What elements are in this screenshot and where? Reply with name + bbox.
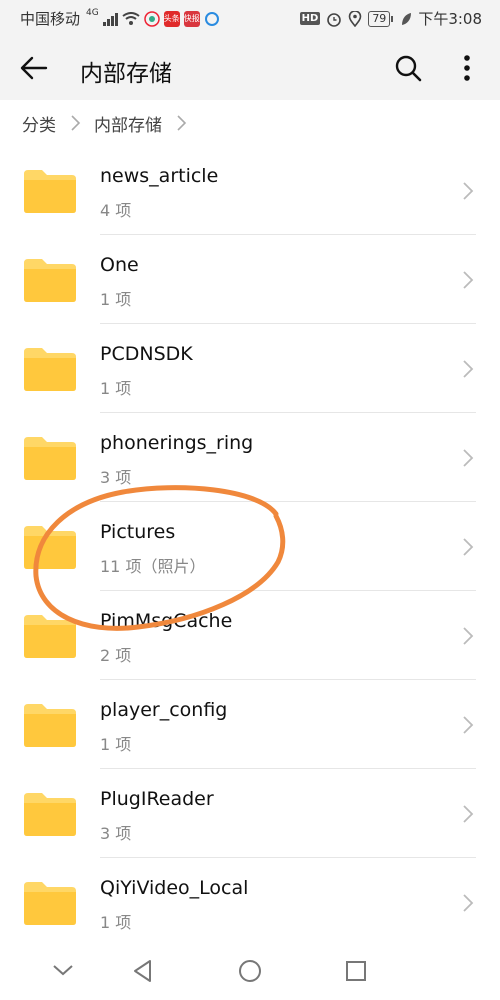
folder-row[interactable]: QiYiVideo_Local 1 项 [0, 858, 500, 947]
folder-row[interactable]: news_article 4 项 [0, 146, 500, 235]
hd-icon: HD [299, 12, 321, 25]
search-icon [395, 55, 422, 82]
folder-icon [24, 437, 76, 480]
folder-name: Pictures [100, 521, 176, 543]
weibo-app-icon [143, 10, 160, 27]
folder-row[interactable]: phonerings_ring 3 项 [0, 413, 500, 502]
folder-name: PlugIReader [100, 788, 214, 810]
folder-item-count: 3 项 [100, 824, 132, 843]
chevron-right-icon [463, 182, 474, 200]
folder-item-count: 11 项（照片） [100, 557, 206, 576]
folder-name: QiYiVideo_Local [100, 877, 249, 899]
folder-name: One [100, 254, 139, 276]
folder-icon [24, 704, 76, 747]
page-title: 内部存储 [80, 61, 172, 87]
battery-icon: 79 [368, 10, 394, 27]
signal-icon [102, 12, 118, 26]
kuaibao-app-icon: 快报 [183, 10, 200, 27]
back-button[interactable] [18, 50, 58, 86]
alarm-icon [327, 12, 342, 27]
chevron-right-icon [463, 716, 474, 734]
chevron-right-icon [463, 627, 474, 645]
folder-icon [24, 526, 76, 569]
more-vert-icon [464, 55, 470, 81]
folder-row[interactable]: PlugIReader 3 项 [0, 769, 500, 858]
status-bar: 中国移动 4G 头条 快报 HD 79 下午3:08 [0, 0, 500, 36]
folder-row[interactable]: PimMsgCache 2 项 [0, 591, 500, 680]
nav-home-button[interactable] [233, 954, 267, 988]
folder-icon [24, 259, 76, 302]
more-options-button[interactable] [452, 50, 482, 86]
chevron-right-icon [71, 115, 81, 131]
network-type: 4G [86, 7, 99, 18]
chevron-right-icon [463, 538, 474, 556]
folder-item-count: 2 项 [100, 646, 132, 665]
nav-back-button[interactable] [126, 954, 160, 988]
folder-row[interactable]: player_config 1 项 [0, 680, 500, 769]
chevron-right-icon [463, 894, 474, 912]
collapse-chevron-icon [53, 965, 73, 976]
folder-item-count: 1 项 [100, 290, 132, 309]
wifi-icon [122, 11, 140, 25]
chevron-right-icon [463, 271, 474, 289]
back-triangle-icon [134, 960, 151, 982]
folder-name: player_config [100, 699, 228, 721]
carrier-label: 中国移动 [20, 10, 81, 28]
breadcrumb: 分类 内部存储 [0, 100, 500, 146]
system-navigation-bar [0, 942, 500, 1000]
folder-name: PCDNSDK [100, 343, 193, 365]
recents-square-icon [346, 961, 366, 981]
folder-icon [24, 615, 76, 658]
folder-name: PimMsgCache [100, 610, 233, 632]
folder-icon [24, 793, 76, 836]
folder-row[interactable]: One 1 项 [0, 235, 500, 324]
breadcrumb-item-internal-storage[interactable]: 内部存储 [94, 111, 162, 136]
home-circle-icon [239, 960, 261, 982]
folder-name: news_article [100, 165, 219, 187]
status-right: HD 79 下午3:08 [299, 8, 482, 29]
chevron-right-icon [463, 805, 474, 823]
folder-item-count: 4 项 [100, 201, 132, 220]
folder-item-count: 1 项 [100, 913, 132, 932]
browser-app-icon [204, 11, 219, 26]
folder-icon [24, 882, 76, 925]
breadcrumb-item-category[interactable]: 分类 [22, 111, 56, 136]
back-arrow-icon [20, 56, 48, 80]
folder-icon [24, 170, 76, 213]
chevron-right-icon [463, 449, 474, 467]
nav-recents-button[interactable] [339, 954, 373, 988]
chevron-right-icon [177, 115, 187, 131]
folder-item-count: 1 项 [100, 735, 132, 754]
folder-list: news_article 4 项 One 1 项 PCDNSDK 1 项 phonering… [0, 146, 500, 947]
chevron-right-icon [463, 360, 474, 378]
clock-time: 下午3:08 [418, 10, 482, 28]
toutiao-app-icon: 头条 [163, 10, 180, 27]
folder-item-count: 1 项 [100, 379, 132, 398]
app-bar: 内部存储 [0, 36, 500, 100]
folder-item-count: 3 项 [100, 468, 132, 487]
leaf-icon [402, 12, 412, 25]
folder-row[interactable]: Pictures 11 项（照片） [0, 502, 500, 591]
status-left: 中国移动 4G 头条 快报 [20, 8, 220, 29]
location-icon [349, 10, 362, 27]
folder-name: phonerings_ring [100, 432, 254, 454]
collapse-nav-button[interactable] [46, 954, 80, 988]
folder-row[interactable]: PCDNSDK 1 项 [0, 324, 500, 413]
folder-icon [24, 348, 76, 391]
search-button[interactable] [392, 50, 432, 86]
